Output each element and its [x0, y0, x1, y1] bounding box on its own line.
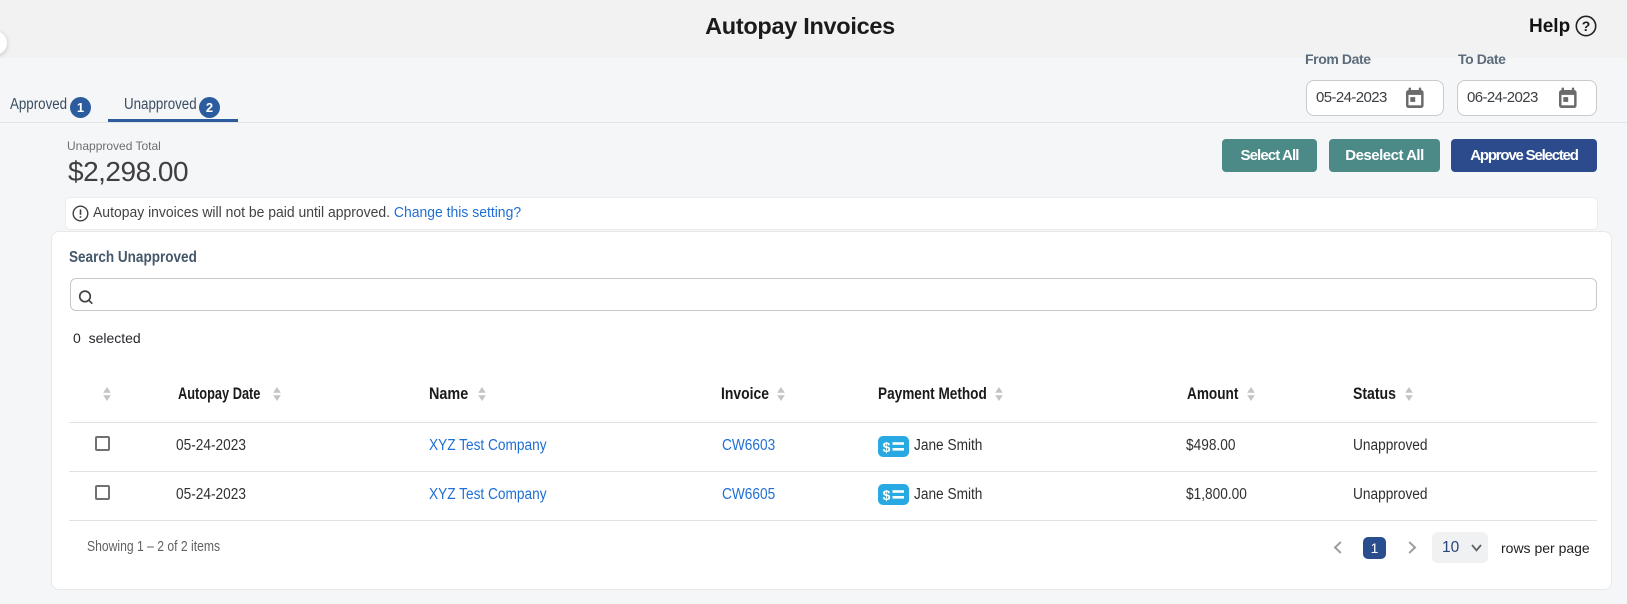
svg-text:?: ?: [1582, 18, 1591, 34]
svg-text:$: $: [883, 487, 891, 503]
svg-text:$: $: [883, 439, 891, 455]
